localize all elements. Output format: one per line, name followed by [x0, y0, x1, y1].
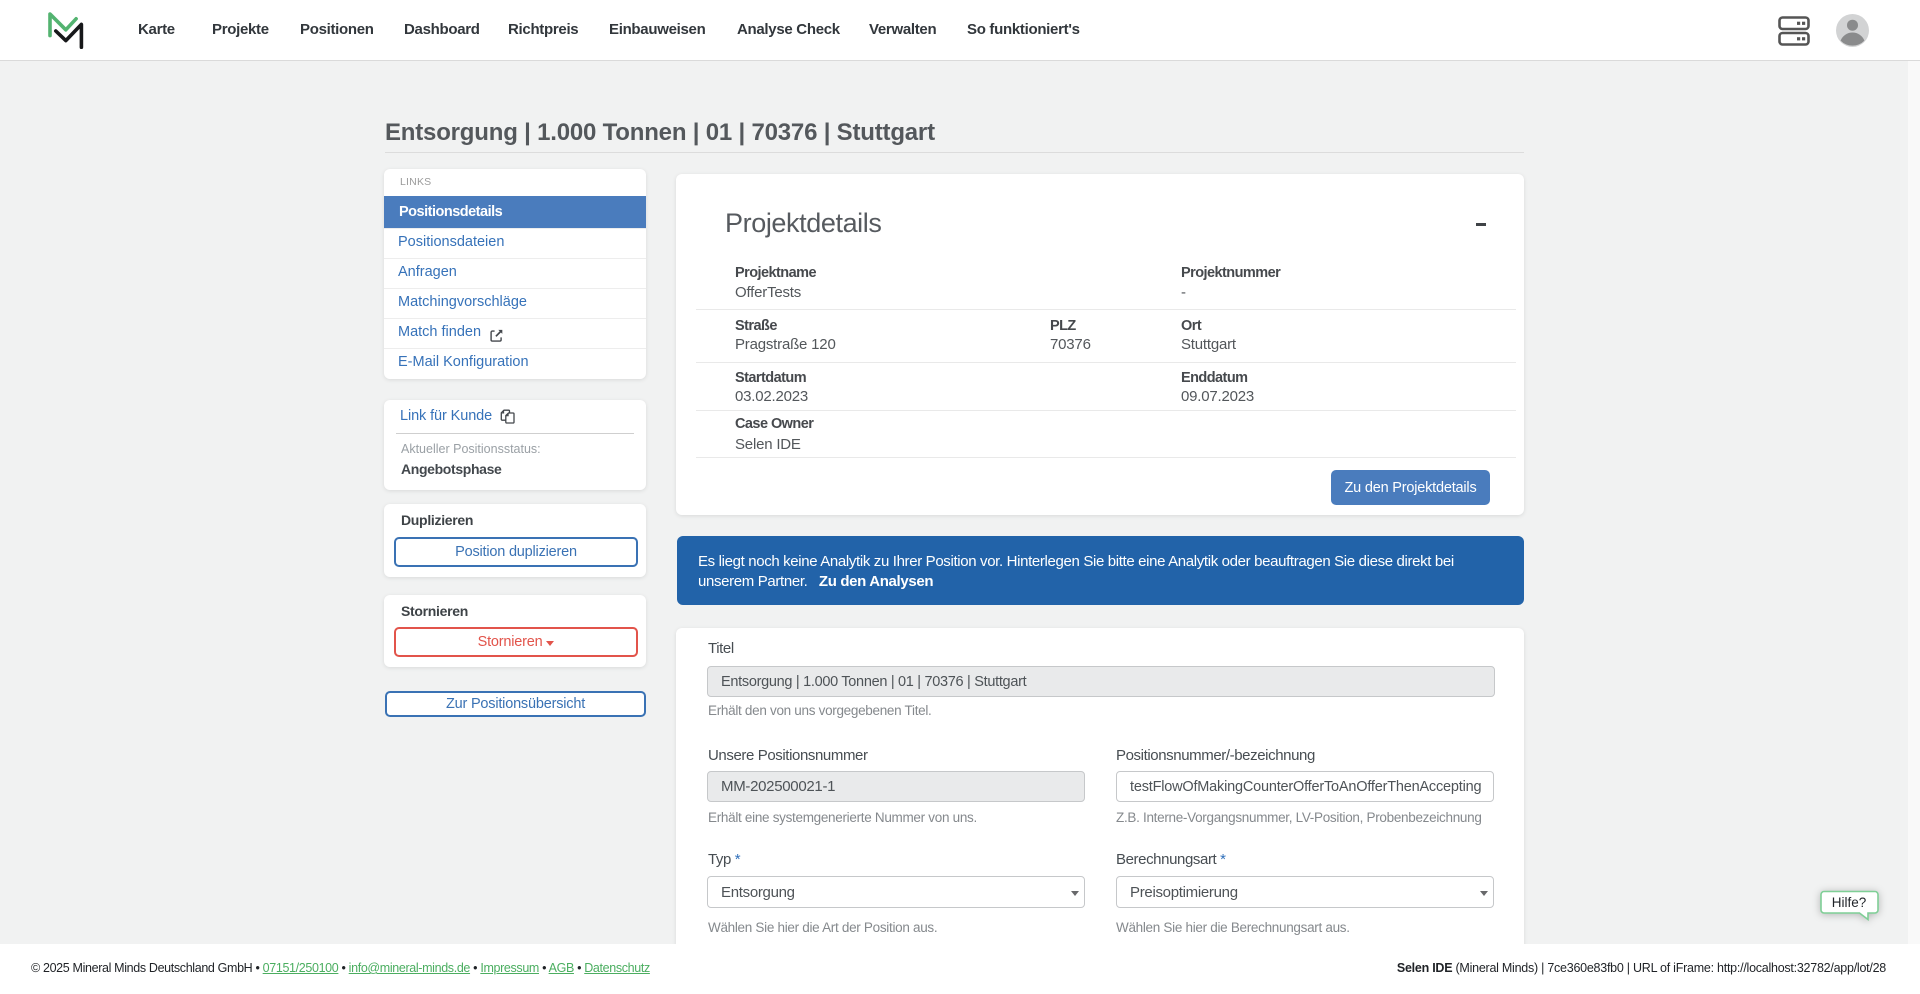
svg-text:Hilfe?: Hilfe?	[1832, 895, 1867, 910]
